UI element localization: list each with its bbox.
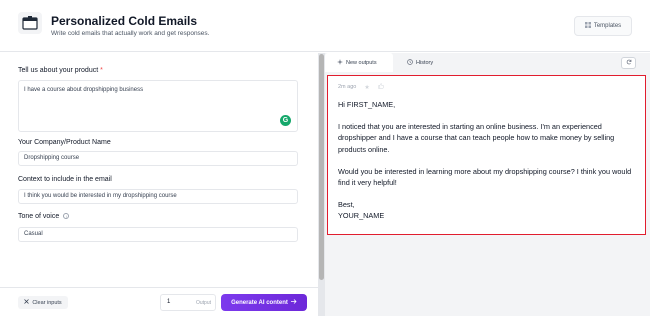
company-input-value: Dropshipping course [24, 155, 80, 161]
email-greeting: Hi FIRST_NAME, [338, 100, 396, 109]
clear-inputs-label: Clear inputs [32, 299, 62, 306]
info-icon[interactable]: i [63, 213, 70, 220]
context-input-value: I think you would be interested in my dr… [24, 193, 177, 199]
tone-input-value: Casual [24, 231, 43, 237]
company-label: Your Company/Product Name [18, 139, 111, 146]
page-subtitle: Write cold emails that actually work and… [51, 30, 210, 37]
app-header: Personalized Cold Emails Write cold emai… [0, 0, 650, 52]
star-icon[interactable]: ★ [364, 84, 369, 91]
email-paragraph: I noticed that you are interested in sta… [338, 122, 615, 154]
tab-new-outputs-label: New outputs [346, 59, 377, 66]
grid-icon [584, 22, 591, 30]
output-count-input[interactable]: 1 Output [160, 294, 216, 311]
context-input[interactable]: I think you would be interested in my dr… [18, 189, 298, 204]
templates-label: Templates [593, 23, 622, 29]
product-label: Tell us about your product * [18, 67, 103, 74]
tone-input[interactable]: Casual [18, 227, 298, 242]
close-icon [24, 299, 30, 306]
mail-window-icon [18, 12, 42, 34]
output-count-value: 1 [167, 299, 171, 305]
company-input[interactable]: Dropshipping course [18, 151, 298, 166]
tab-history[interactable]: History [395, 53, 445, 72]
refresh-icon [626, 59, 632, 67]
sparkle-icon [337, 58, 343, 67]
refresh-button[interactable] [621, 57, 636, 69]
grammarly-icon[interactable]: G [280, 115, 291, 126]
product-textarea-value: I have a course about dropshipping busin… [24, 87, 144, 93]
email-signature: YOUR_NAME [338, 211, 385, 221]
tone-label: Tone of voice i [18, 213, 70, 220]
output-count-label: Output [195, 300, 211, 306]
required-mark: * [100, 67, 103, 74]
email-paragraph: Would you be interested in learning more… [338, 166, 632, 188]
generate-button[interactable]: Generate AI content [221, 294, 307, 311]
email-output-card: 2m ago ★ Hi FIRST_NAME, I noticed that y… [327, 75, 646, 235]
thumbs-up-icon[interactable] [378, 83, 384, 91]
clock-icon [407, 58, 413, 67]
email-body: Hi FIRST_NAME, I noticed that you are in… [338, 99, 638, 222]
action-bar: Clear inputs 1 Output Generate AI conten… [0, 287, 318, 316]
tab-history-label: History [416, 59, 434, 66]
arrow-right-icon [290, 299, 297, 306]
product-textarea[interactable]: I have a course about dropshipping busin… [18, 80, 298, 132]
context-label: Context to include in the email [18, 176, 112, 183]
page-title: Personalized Cold Emails [51, 14, 198, 28]
clear-inputs-button[interactable]: Clear inputs [18, 296, 68, 309]
scrollbar-thumb[interactable] [319, 54, 324, 280]
templates-button[interactable]: Templates [574, 16, 632, 36]
tab-new-outputs[interactable]: New outputs [325, 53, 393, 72]
card-meta: 2m ago ★ [338, 83, 384, 91]
output-tabs: New outputs History [325, 53, 650, 72]
output-timestamp: 2m ago [338, 84, 357, 90]
generate-label: Generate AI content [231, 299, 288, 306]
email-signoff: Best, [338, 200, 355, 210]
